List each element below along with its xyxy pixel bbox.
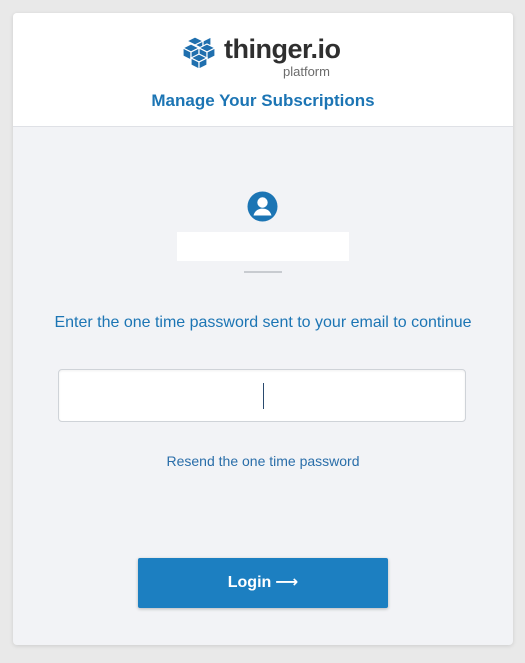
username-display <box>177 232 349 261</box>
brand-logo: thinger.io platform <box>179 34 359 84</box>
resend-otp-link[interactable]: Resend the one time password <box>13 452 513 470</box>
brand-tagline: platform <box>283 64 330 79</box>
cubes-logo-icon <box>181 36 217 70</box>
subscription-login-card: thinger.io platform Manage Your Subscrip… <box>13 13 513 645</box>
text-caret <box>263 383 264 409</box>
login-button-label: Login <box>227 574 272 591</box>
otp-instruction: Enter the one time password sent to your… <box>54 314 472 331</box>
card-header: thinger.io platform Manage Your Subscrip… <box>13 13 513 127</box>
login-button[interactable]: Login ⟶ <box>138 558 388 608</box>
page-title: Manage Your Subscriptions <box>151 91 375 110</box>
brand-name: thinger.io <box>224 34 341 64</box>
divider <box>244 271 282 273</box>
user-circle-icon <box>247 191 278 222</box>
otp-input[interactable] <box>58 369 466 422</box>
arrow-right-icon: ⟶ <box>275 574 299 591</box>
